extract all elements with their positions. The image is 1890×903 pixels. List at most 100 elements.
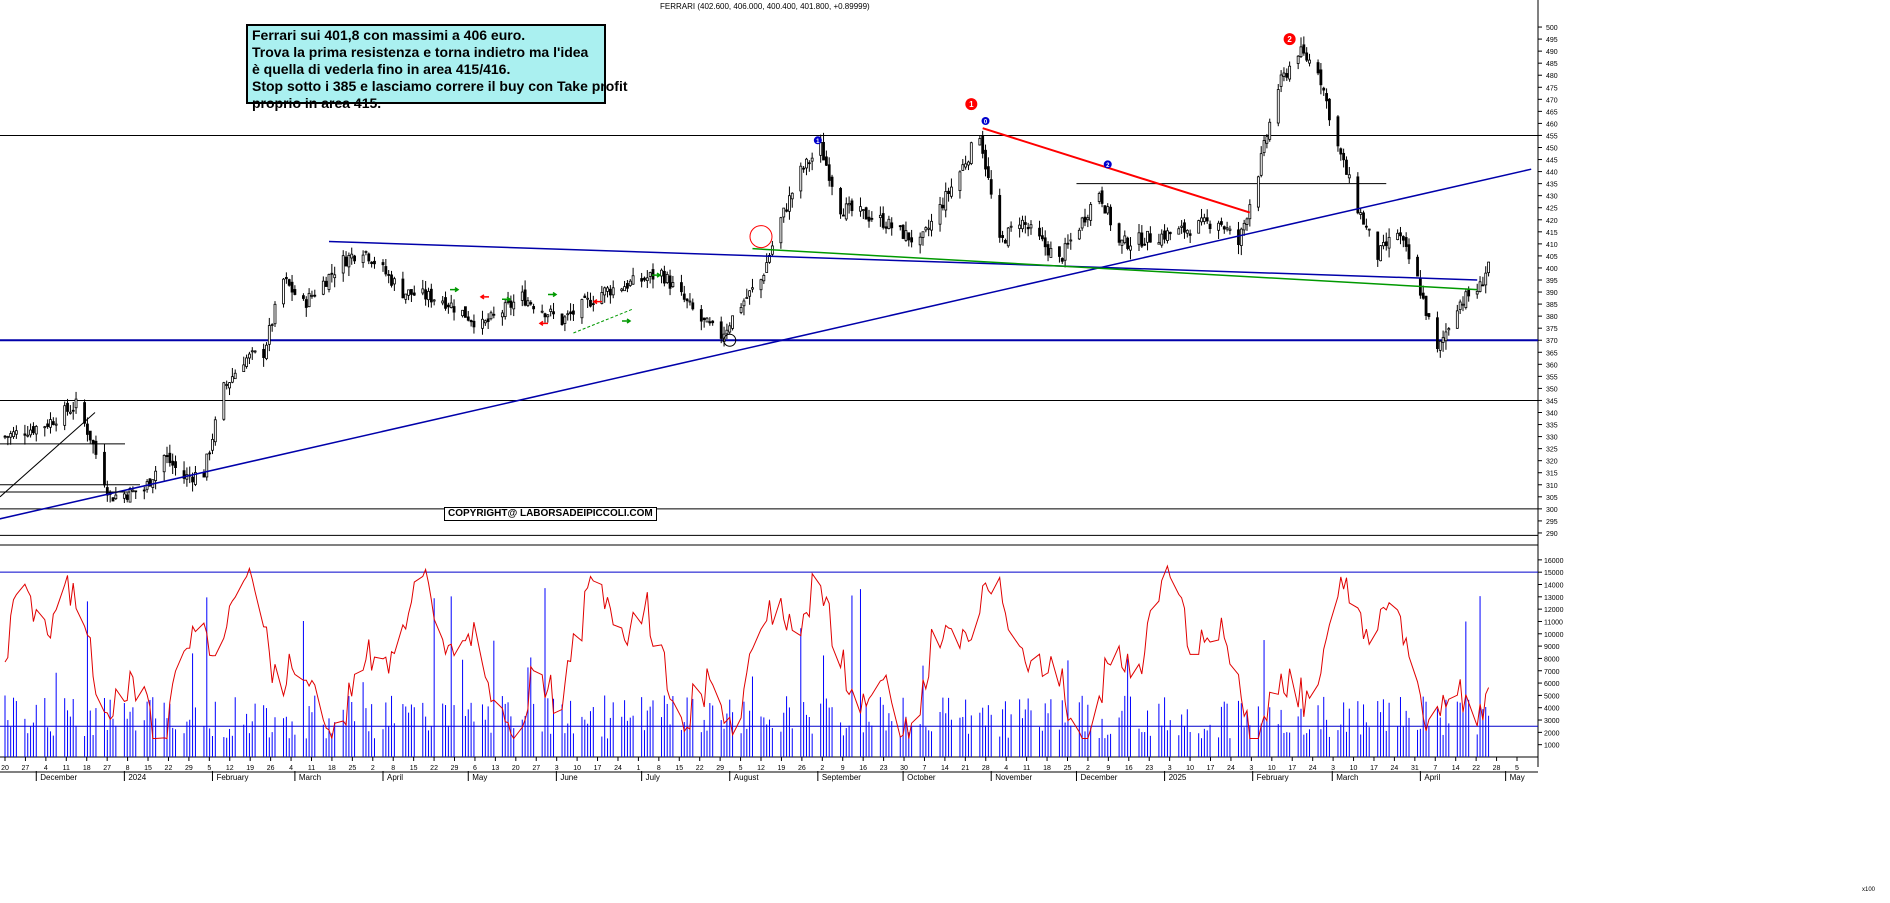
candle-body (1066, 242, 1070, 245)
candle-body (1407, 244, 1411, 260)
x-day-label: 18 (83, 765, 91, 772)
volume-tick-label: 7000 (1544, 669, 1560, 676)
candle-body (1100, 190, 1104, 204)
volume-tick-label: 13000 (1544, 595, 1564, 602)
candle-body (373, 260, 376, 265)
candle-body (1148, 233, 1152, 243)
candle-body (341, 255, 345, 274)
x-day-label: 13 (491, 765, 499, 772)
wave-marker-label: 1 (969, 100, 974, 109)
candle-body (66, 402, 69, 412)
x-month-label: December (1080, 773, 1117, 782)
candle-body (685, 298, 689, 302)
candle-body (1242, 222, 1246, 231)
candle-body (9, 433, 13, 438)
candle-body (384, 266, 388, 275)
candle-body (171, 460, 175, 466)
candle-body (739, 306, 743, 313)
candle-body (1438, 340, 1442, 351)
x-day-label: 25 (348, 765, 356, 772)
x-day-label: 17 (594, 765, 602, 772)
candle-body (461, 309, 464, 317)
candle-body (1205, 217, 1209, 222)
candle-body (1256, 176, 1260, 208)
x-day-label: 27 (532, 765, 540, 772)
candle-body (34, 426, 38, 435)
candle-body (827, 164, 831, 181)
candle-body (1063, 243, 1067, 261)
candle-body (546, 314, 550, 318)
candle-body (387, 274, 391, 276)
candle-body (728, 325, 732, 333)
candle-body (267, 325, 271, 345)
candle-body (503, 302, 507, 317)
candle-body (921, 231, 925, 238)
candle-body (1279, 74, 1283, 87)
x-day-label: 26 (267, 765, 275, 772)
candle-body (589, 299, 592, 307)
candle-body (174, 461, 177, 469)
candle-body (688, 300, 692, 303)
candle-body (1436, 317, 1439, 349)
candle-body (549, 308, 553, 312)
candle-body (626, 283, 629, 289)
candle-body (233, 372, 237, 380)
candle-body (986, 166, 990, 178)
candle-body (353, 255, 356, 262)
note-line: proprio in area 415. (252, 95, 382, 111)
price-tick-label: 455 (1546, 133, 1558, 140)
x-day-label: 3 (1249, 765, 1253, 772)
volume-tick-label: 1000 (1544, 743, 1560, 750)
x-day-label: 8 (391, 765, 395, 772)
candle-body (861, 209, 865, 211)
candle-body (154, 470, 158, 481)
candle-body (242, 364, 246, 373)
x-day-label: 10 (573, 765, 581, 772)
candle-body (842, 214, 845, 217)
candle-body (412, 292, 416, 296)
candle-body (1441, 337, 1445, 343)
candle-body (1217, 222, 1220, 231)
price-tick-label: 425 (1546, 206, 1558, 213)
candle-body (938, 203, 942, 225)
candle-body (1384, 241, 1388, 247)
candle-body (230, 376, 234, 383)
x-day-label: 17 (1370, 765, 1378, 772)
candle-body (1029, 224, 1033, 229)
candle-body (464, 306, 467, 318)
candle-body (1276, 89, 1280, 124)
candle-body (1168, 231, 1172, 235)
candle-body (253, 350, 257, 353)
candle-body (282, 278, 285, 305)
x-month-label: July (646, 773, 660, 782)
candle-body (1089, 204, 1093, 221)
candle-body (807, 162, 811, 165)
candle-body (208, 452, 212, 455)
candle-body (350, 253, 354, 259)
price-tick-label: 490 (1546, 49, 1558, 56)
x-day-label: 4 (44, 765, 48, 772)
candle-body (142, 489, 146, 492)
candle-body (1117, 223, 1121, 243)
price-chart: 12102 2902953003053103153203253303353403… (0, 0, 1890, 903)
candle-body (122, 493, 126, 499)
candle-body (1367, 228, 1371, 231)
x-day-label: 5 (1515, 765, 1519, 772)
price-tick-label: 330 (1546, 435, 1558, 442)
candle-body (1421, 292, 1425, 299)
candle-body (1106, 206, 1110, 214)
x-day-label: 12 (757, 765, 765, 772)
candle-body (1282, 72, 1286, 77)
candle-body (1447, 328, 1451, 331)
candle-body (310, 294, 314, 297)
candle-body (1021, 219, 1024, 230)
note-line: Stop sotto i 385 e lasciamo correre il b… (252, 78, 628, 94)
candle-body (429, 288, 433, 303)
candle-body (23, 433, 27, 436)
x-day-label: 8 (126, 765, 130, 772)
candle-body (313, 294, 317, 297)
x-day-label: 16 (859, 765, 867, 772)
candle-body (665, 274, 669, 283)
candle-body (1461, 303, 1465, 306)
candle-body (114, 494, 118, 500)
